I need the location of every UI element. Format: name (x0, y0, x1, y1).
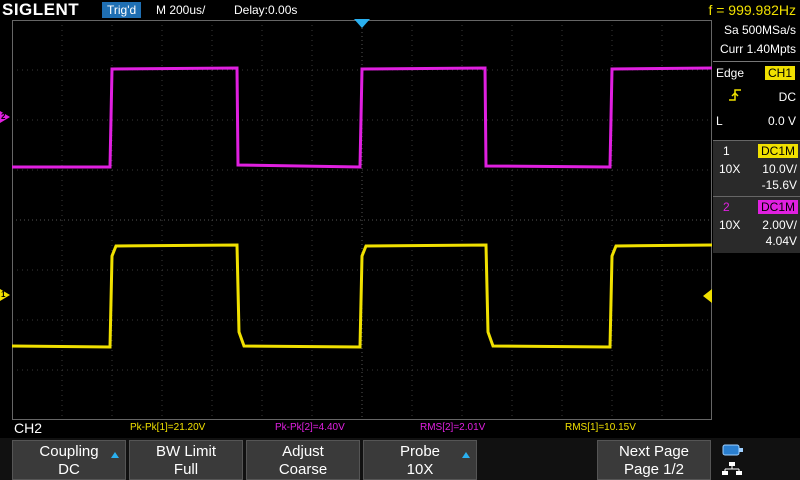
ch2-probe: 10X (719, 218, 741, 232)
trigger-level: 0.0 V (767, 114, 796, 128)
trigger-level-label: L (716, 114, 723, 128)
coupling-button-title: Coupling (39, 443, 99, 460)
ch2-number: 2 (723, 200, 730, 214)
adjust-button[interactable]: Adjust Coarse (246, 440, 360, 480)
next-page-button-value: Page 1/2 (623, 461, 685, 478)
ch1-info[interactable]: 1 DC1M 10X 10.0V/ -15.6V (713, 140, 800, 197)
trigger-position-marker[interactable] (354, 19, 370, 28)
timebase-readout: M 200us/ (156, 3, 206, 17)
ch2-scale: 2.00V/ (762, 218, 797, 232)
up-arrow-icon (111, 452, 119, 458)
ch1-marker-label: 1 (1, 290, 6, 299)
ch1-scale: 10.0V/ (762, 162, 797, 176)
delay-readout: Delay:0.00s (234, 3, 298, 17)
measurement-pkpk-ch2: Pk-Pk[2]=4.40V (275, 422, 345, 433)
up-arrow-icon (462, 452, 470, 458)
ch2-coupling: DC1M (758, 200, 799, 214)
trigger-level-marker[interactable] (703, 289, 712, 303)
adjust-button-title: Adjust (282, 443, 324, 460)
usb-storage-icon (722, 444, 743, 456)
sample-rate: Sa 500MSa/s (723, 23, 796, 37)
probe-button-value: 10X (406, 461, 434, 478)
measurement-pkpk-ch1: Pk-Pk[1]=21.20V (130, 422, 206, 433)
network-icon (722, 462, 742, 475)
bw-limit-button[interactable]: BW Limit Full (129, 440, 243, 480)
measurement-rms-ch2: RMS[2]=2.01V (420, 422, 486, 433)
coupling-button[interactable]: Coupling DC (12, 440, 126, 480)
brand-logo: SIGLENT (2, 0, 80, 19)
next-page-button-title: Next Page (618, 443, 690, 460)
trigger-type: Edge (716, 66, 745, 80)
active-channel-label: CH2 (14, 420, 43, 436)
probe-button-title: Probe (399, 443, 441, 460)
probe-button[interactable]: Probe 10X (363, 440, 477, 480)
ch2-offset: 4.04V (765, 234, 797, 248)
ch1-coupling: DC1M (758, 144, 799, 158)
bw-limit-button-value: Full (173, 461, 199, 478)
frequency-readout: f = 999.982Hz (708, 2, 796, 18)
waveform-grid[interactable] (12, 20, 712, 420)
ch1-offset: -15.6V (761, 178, 797, 192)
ch2-marker-label: 2 (1, 112, 6, 121)
trigger-info[interactable]: Edge CH1 DC L 0.0 V (713, 62, 800, 140)
ch2-info[interactable]: 2 DC1M 10X 2.00V/ 4.04V (713, 196, 800, 253)
coupling-button-value: DC (58, 461, 80, 478)
next-page-button[interactable]: Next Page Page 1/2 (597, 440, 711, 480)
trigger-source: CH1 (765, 66, 796, 80)
status-bar: SIGLENT Trig'd M 200us/ Delay:0.00s f = … (0, 0, 800, 20)
ch1-waveform (12, 243, 712, 349)
ch1-probe: 10X (719, 162, 741, 176)
trigger-coupling: DC (778, 90, 796, 104)
ch1-number: 1 (723, 144, 730, 158)
measurement-rms-ch1: RMS[1]=10.15V (565, 422, 636, 433)
memory-depth: Curr 1.40Mpts (719, 42, 796, 56)
rising-edge-icon (729, 89, 741, 101)
trigger-status-badge: Trig'd (102, 2, 142, 18)
adjust-button-value: Coarse (278, 461, 328, 478)
bw-limit-button-title: BW Limit (156, 443, 216, 460)
